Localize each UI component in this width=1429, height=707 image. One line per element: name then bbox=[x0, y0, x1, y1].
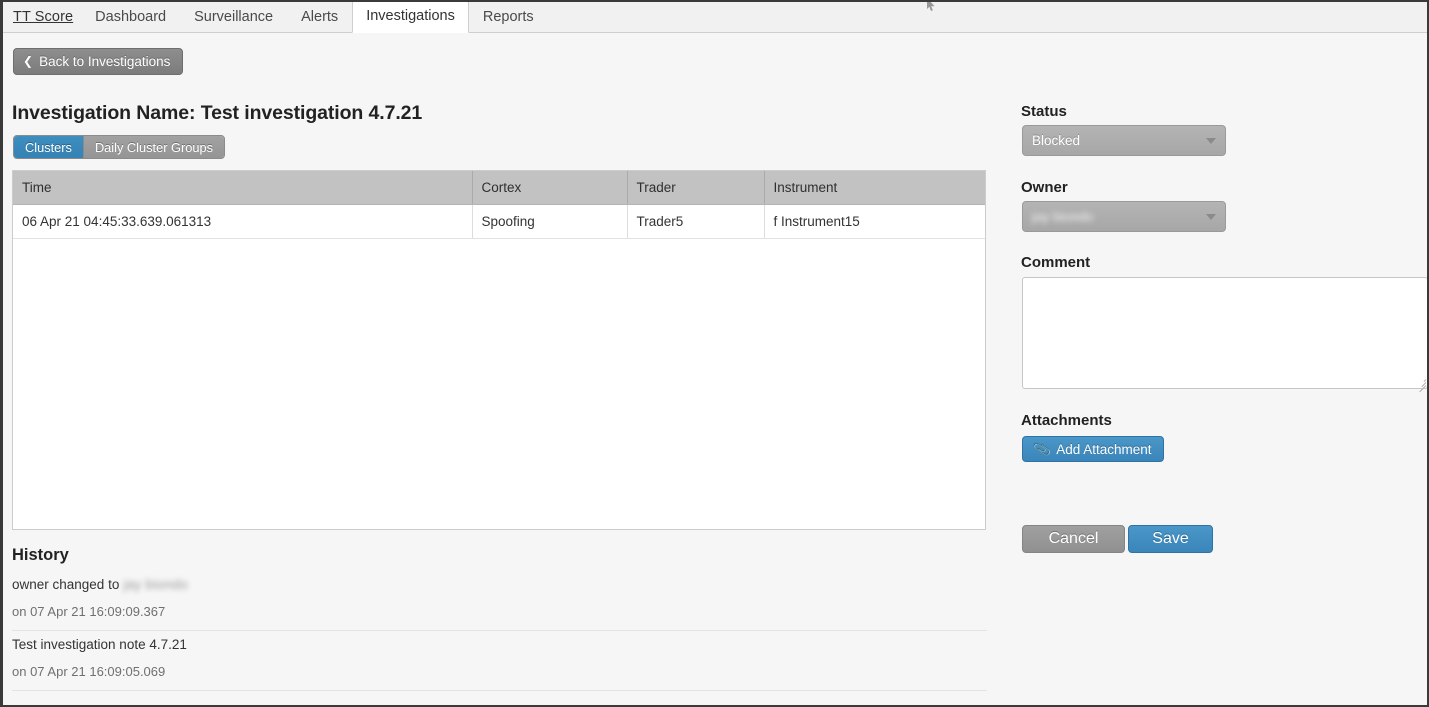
comment-label: Comment bbox=[1021, 254, 1091, 271]
owner-label: Owner bbox=[1021, 179, 1068, 196]
owner-select[interactable]: jay biondo bbox=[1022, 201, 1226, 232]
list-item: Test investigation note 4.7.21 on 07 Apr… bbox=[12, 631, 987, 691]
comment-input[interactable] bbox=[1022, 277, 1427, 389]
view-toggle-group: Clusters Daily Cluster Groups bbox=[13, 135, 225, 159]
history-entry-date: on 07 Apr 21 16:09:09.367 bbox=[12, 604, 166, 619]
table-row[interactable]: 06 Apr 21 04:45:33.639.061313 Spoofing T… bbox=[13, 204, 985, 239]
status-label: Status bbox=[1021, 103, 1067, 120]
status-select[interactable]: Blocked bbox=[1022, 125, 1226, 156]
history-entry-redacted-user: jay biondo bbox=[123, 576, 188, 592]
paperclip-icon: 📎 bbox=[1032, 439, 1052, 459]
column-header-trader[interactable]: Trader bbox=[627, 171, 765, 205]
back-to-investigations-button[interactable]: ❮ Back to Investigations bbox=[13, 48, 184, 75]
cell-trader: Trader5 bbox=[627, 204, 765, 239]
back-button-label: Back to Investigations bbox=[39, 54, 171, 69]
history-entry-message: Test investigation note 4.7.21 bbox=[12, 636, 187, 652]
history-entry-date: on 07 Apr 21 16:09:05.069 bbox=[12, 664, 166, 679]
history-heading: History bbox=[12, 546, 69, 564]
cell-time: 06 Apr 21 04:45:33.639.061313 bbox=[13, 204, 473, 239]
chevron-down-icon bbox=[1206, 137, 1216, 144]
column-header-instrument[interactable]: Instrument bbox=[764, 171, 985, 205]
add-attachment-label: Add Attachment bbox=[1056, 441, 1152, 457]
nav-tab-alerts[interactable]: Alerts bbox=[287, 2, 352, 33]
column-header-time[interactable]: Time bbox=[13, 171, 473, 205]
chevron-left-icon: ❮ bbox=[23, 53, 34, 68]
cell-cortex: Spoofing bbox=[472, 204, 628, 239]
history-entry-text: Test investigation note 4.7.21 bbox=[12, 631, 987, 654]
cancel-button[interactable]: Cancel bbox=[1022, 525, 1125, 553]
app-window: TT Score Dashboard Surveillance Alerts I… bbox=[0, 0, 1429, 707]
page-title: Investigation Name: Test investigation 4… bbox=[12, 102, 423, 124]
nav-tab-dashboard[interactable]: Dashboard bbox=[81, 2, 180, 33]
table-head: Time Cortex Trader Instrument bbox=[13, 171, 985, 205]
column-header-cortex[interactable]: Cortex bbox=[472, 171, 628, 205]
top-navbar: TT Score Dashboard Surveillance Alerts I… bbox=[3, 2, 1427, 33]
table-body: 06 Apr 21 04:45:33.639.061313 Spoofing T… bbox=[13, 204, 985, 239]
nav-tab-reports[interactable]: Reports bbox=[469, 2, 548, 33]
save-button[interactable]: Save bbox=[1128, 525, 1213, 553]
clusters-table: Time Cortex Trader Instrument 06 Apr 21 … bbox=[13, 171, 985, 239]
clusters-table-container: Time Cortex Trader Instrument 06 Apr 21 … bbox=[12, 170, 986, 530]
cell-instrument: f Instrument15 bbox=[764, 204, 985, 239]
toggle-clusters[interactable]: Clusters bbox=[14, 136, 83, 158]
brand-tt-score[interactable]: TT Score bbox=[9, 9, 81, 32]
owner-select-value: jay biondo bbox=[1032, 209, 1094, 224]
status-select-value: Blocked bbox=[1032, 133, 1081, 148]
toggle-daily-cluster-groups[interactable]: Daily Cluster Groups bbox=[82, 136, 224, 158]
list-item: owner changed to jay biondo on 07 Apr 21… bbox=[12, 571, 987, 631]
nav-tab-surveillance[interactable]: Surveillance bbox=[180, 2, 287, 33]
chevron-down-icon bbox=[1206, 213, 1216, 220]
history-entry-text: owner changed to jay biondo bbox=[12, 571, 987, 594]
table-header-row: Time Cortex Trader Instrument bbox=[13, 171, 985, 205]
nav-tab-investigations[interactable]: Investigations bbox=[352, 2, 469, 33]
history-entry-message: owner changed to bbox=[12, 576, 120, 592]
history-list: owner changed to jay biondo on 07 Apr 21… bbox=[12, 571, 987, 691]
add-attachment-button[interactable]: 📎 Add Attachment bbox=[1022, 436, 1164, 462]
attachments-label: Attachments bbox=[1021, 412, 1112, 429]
